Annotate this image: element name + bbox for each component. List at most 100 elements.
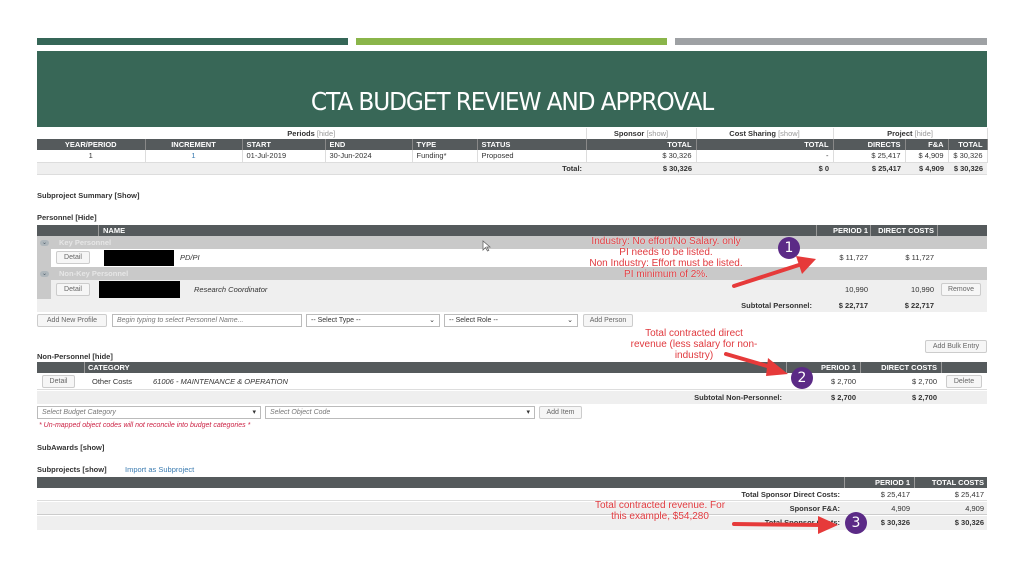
group-indent	[37, 249, 51, 267]
add-person-button[interactable]: Add Person	[583, 314, 633, 327]
col-period1: PERIOD 1	[874, 478, 910, 487]
annotation-3-text: Total contracted revenue. For this examp…	[594, 500, 726, 522]
annotation-3-badge: 3	[845, 512, 867, 534]
header-divider	[914, 477, 915, 488]
subtotal-personnel-label: Subtotal Personnel:	[741, 301, 812, 310]
detail-button[interactable]: Detail	[56, 283, 90, 296]
project-total-cell: $ 30,326	[948, 150, 988, 163]
detail-button[interactable]: Detail	[56, 251, 90, 264]
object-code-select[interactable]: Select Object Code ▾	[265, 406, 535, 419]
add-bulk-entry-button[interactable]: Add Bulk Entry	[925, 340, 987, 353]
period1-cell: $ 11,727	[839, 253, 868, 262]
dropdown-arrow-icon: ▾	[526, 409, 530, 416]
add-item-button[interactable]: Add Item	[539, 406, 582, 419]
col-increment: INCREMENT	[145, 139, 243, 150]
personnel-section-toggle[interactable]: Personnel [Hide]	[37, 213, 97, 222]
non-personnel-section-toggle[interactable]: Non-Personnel [hide]	[37, 352, 113, 361]
directs-cell: $ 25,417	[833, 150, 906, 163]
chevron-down-icon: ⌄	[429, 317, 435, 324]
header-divider	[816, 225, 817, 236]
header-divider	[98, 225, 99, 236]
periods-group-header-row: Periods [hide] Sponsor [show] Cost Shari…	[37, 128, 988, 139]
directs-sum: $ 25,417	[833, 162, 906, 175]
table-row	[37, 502, 987, 515]
role-cell: PD/PI	[180, 253, 200, 262]
slide-title: CTA BUDGET REVIEW AND APPROVAL	[310, 87, 714, 116]
total-costs-cell: $ 25,417	[954, 490, 984, 499]
direct-costs-cell: 10,990	[911, 285, 934, 294]
header-divider	[84, 362, 85, 373]
col-total-costs: TOTAL COSTS	[931, 478, 984, 487]
budget-category-select[interactable]: Select Budget Category ▾	[37, 406, 261, 419]
subtotal-direct-costs: $ 2,700	[911, 393, 937, 402]
detail-button[interactable]: Detail	[42, 375, 75, 388]
redacted-name	[104, 250, 174, 266]
header-divider	[870, 225, 871, 236]
total-label: Total:	[37, 162, 587, 175]
subproject-summary-toggle[interactable]: Subproject Summary [Show]	[37, 191, 140, 200]
chevron-down-icon: ⌄	[567, 317, 573, 324]
project-total-sum: $ 30,326	[948, 162, 988, 175]
table-row	[37, 488, 987, 501]
personnel-name-input[interactable]: Begin typing to select Personnel Name...	[112, 314, 302, 327]
col-start: START	[242, 139, 326, 150]
sponsor-group-header: Sponsor [show]	[586, 128, 697, 139]
header-divider	[937, 225, 938, 236]
project-group-header: Project [hide]	[833, 128, 988, 139]
category-cell: Other Costs	[92, 377, 133, 386]
subprojects-section-toggle[interactable]: Subprojects [show]	[37, 465, 107, 474]
cost-sharing-group-header: Cost Sharing [show]	[696, 128, 834, 139]
col-status: STATUS	[477, 139, 587, 150]
sponsor-total-sum: $ 30,326	[586, 162, 697, 175]
add-new-profile-button[interactable]: Add New Profile	[37, 314, 107, 327]
sponsor-toggle[interactable]: [show]	[646, 129, 668, 138]
total-costs-cell: 4,909	[965, 504, 984, 513]
cost-sharing-total-sum: $ 0	[696, 162, 834, 175]
accent-bar-dark-green	[37, 38, 348, 45]
col-fa: F&A	[905, 139, 949, 150]
collapse-chevron-icon[interactable]: ⌄	[40, 240, 49, 246]
fa-cell: $ 4,909	[905, 150, 949, 163]
remove-button[interactable]: Remove	[941, 283, 981, 296]
col-year-period: YEAR/PERIOD	[37, 139, 146, 150]
subawards-section-toggle[interactable]: SubAwards [show]	[37, 443, 104, 452]
select-type-dropdown[interactable]: -- Select Type -- ⌄	[306, 314, 440, 327]
select-role-dropdown[interactable]: -- Select Role -- ⌄	[444, 314, 578, 327]
subtotal-period1: $ 2,700	[830, 393, 856, 402]
collapse-chevron-icon[interactable]: ⌄	[40, 271, 49, 277]
periods-table: Periods [hide] Sponsor [show] Cost Shari…	[37, 128, 988, 175]
period1-cell: 10,990	[845, 285, 868, 294]
cost-sharing-toggle[interactable]: [show]	[778, 129, 800, 138]
group-indent	[37, 280, 51, 299]
header-divider	[860, 362, 861, 373]
col-end: END	[325, 139, 413, 150]
annotation-1-arrow-icon	[732, 256, 816, 288]
period1-cell: $ 25,417	[880, 490, 910, 499]
direct-costs-cell: $ 11,727	[905, 253, 934, 262]
periods-column-headers: YEAR/PERIOD INCREMENT START END TYPE STA…	[37, 139, 988, 150]
periods-total-row: Total: $ 30,326 $ 0 $ 25,417 $ 4,909 $ 3…	[37, 162, 988, 175]
non-key-personnel-group-row	[37, 267, 987, 280]
import-as-subproject-link[interactable]: Import as Subproject	[125, 465, 194, 474]
direct-costs-cell: $ 2,700	[911, 377, 937, 386]
subtotal-period1: $ 22,717	[838, 301, 868, 310]
key-personnel-label: Key Personnel	[59, 238, 112, 247]
end-cell: 30-Jun-2024	[325, 150, 413, 163]
col-name: NAME	[103, 226, 126, 235]
dropdown-arrow-icon: ▾	[252, 409, 256, 416]
periods-toggle[interactable]: [hide]	[317, 129, 335, 138]
non-key-personnel-label: Non-Key Personnel	[59, 269, 129, 278]
delete-button[interactable]: Delete	[946, 375, 982, 388]
fa-sum: $ 4,909	[905, 162, 949, 175]
increment-link[interactable]: 1	[145, 150, 243, 163]
accent-bar-gray	[675, 38, 987, 45]
cost-sharing-total-cell: -	[696, 150, 834, 163]
col-category: CATEGORY	[88, 363, 130, 372]
mouse-cursor-icon	[482, 240, 491, 252]
col-type: TYPE	[412, 139, 478, 150]
col-direct-costs: DIRECT COSTS	[881, 363, 937, 372]
subtotal-direct-costs: $ 22,717	[904, 301, 934, 310]
header-divider	[844, 477, 845, 488]
project-toggle[interactable]: [hide]	[915, 129, 933, 138]
start-cell: 01-Jul-2019	[242, 150, 326, 163]
